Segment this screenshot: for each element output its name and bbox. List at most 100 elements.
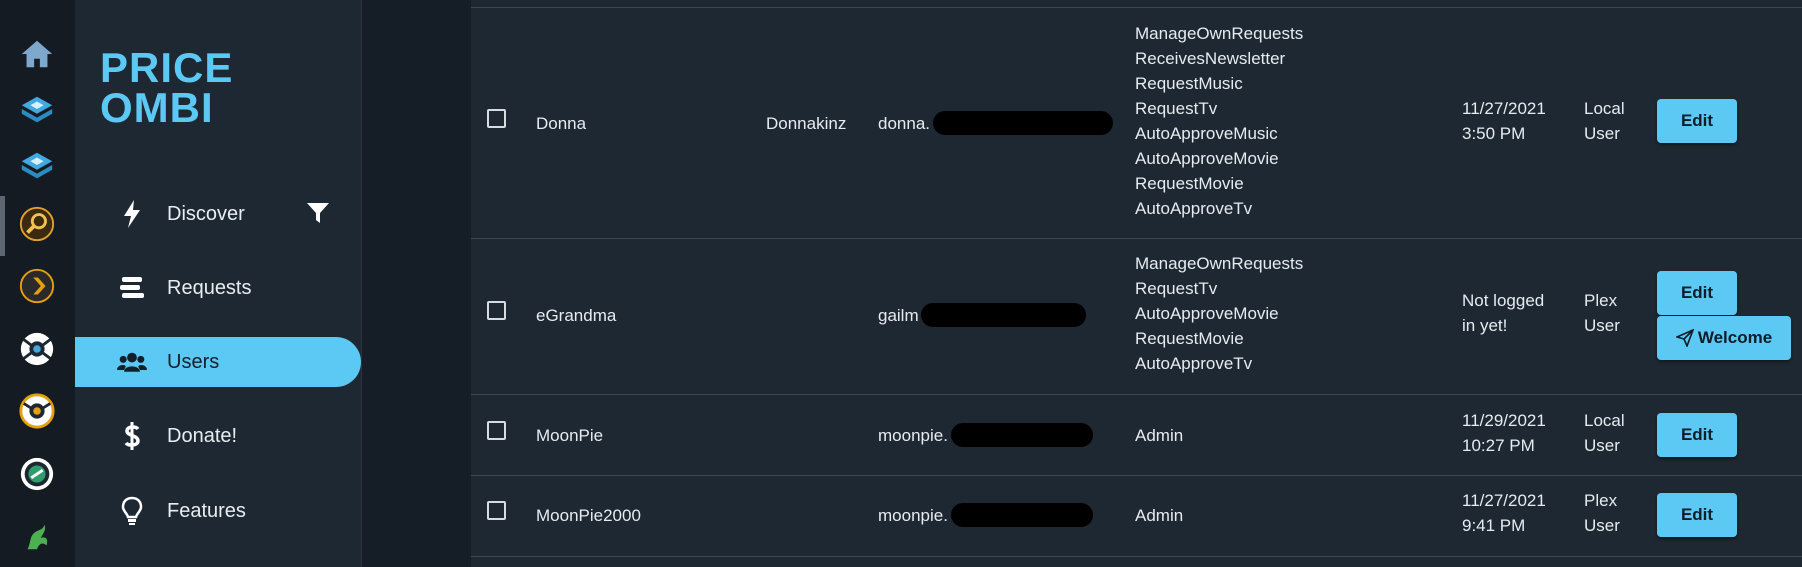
claim: RequestTv bbox=[1135, 99, 1218, 118]
welcome-label: Welcome bbox=[1697, 328, 1773, 347]
email-cell: moonpie. bbox=[878, 506, 948, 525]
email-redaction bbox=[951, 503, 1093, 527]
search-app-icon[interactable] bbox=[17, 204, 57, 244]
edit-button[interactable]: Edit bbox=[1657, 493, 1737, 537]
user-type-line-2: User bbox=[1584, 516, 1620, 535]
claim: ReceivesNewsletter bbox=[1135, 49, 1286, 68]
last-login-date: 11/27/2021 bbox=[1462, 491, 1546, 510]
last-login-cell: 11/27/2021 3:50 PM bbox=[1462, 96, 1546, 146]
dock-active-indicator bbox=[0, 196, 5, 256]
nav-item-users[interactable]: Users bbox=[75, 337, 361, 387]
table-row: eGrandma gailm ManageOwnRequests Request… bbox=[471, 239, 1802, 395]
username-cell: eGrandma bbox=[536, 306, 617, 325]
user-type-line-1: Plex bbox=[1584, 291, 1618, 310]
user-type-line-1: Plex bbox=[1584, 491, 1618, 510]
nav-item-requests[interactable]: Requests bbox=[75, 263, 361, 313]
users-table: Donna Donnakinz donna. ManageOwnRequests… bbox=[471, 0, 1802, 567]
claim: AutoApproveMovie bbox=[1135, 304, 1279, 323]
user-type-line-1: Local bbox=[1584, 411, 1625, 430]
row-checkbox[interactable] bbox=[487, 421, 506, 440]
claim: RequestMusic bbox=[1135, 74, 1243, 93]
user-type-cell: Plex User bbox=[1584, 488, 1620, 538]
email-cell: moonpie. bbox=[878, 426, 948, 445]
brand-line-2: OMBI bbox=[100, 84, 214, 131]
last-login-date: 11/29/2021 bbox=[1462, 411, 1546, 430]
welcome-button[interactable]: Welcome bbox=[1657, 316, 1791, 360]
claim: RequestTv bbox=[1135, 279, 1218, 298]
user-type-line-1: Local bbox=[1584, 99, 1625, 118]
edit-button[interactable]: Edit bbox=[1657, 271, 1737, 315]
nav-item-features[interactable]: Features bbox=[75, 486, 361, 536]
home-icon[interactable] bbox=[17, 34, 57, 74]
last-login-time: in yet! bbox=[1462, 316, 1508, 335]
claim: AutoApproveMovie bbox=[1135, 149, 1279, 168]
app-icon-orange[interactable] bbox=[17, 391, 57, 431]
email-redaction bbox=[951, 423, 1093, 447]
plex-icon[interactable] bbox=[17, 266, 57, 306]
email-cell: donna. bbox=[878, 114, 930, 133]
claim: AutoApproveMusic bbox=[1135, 124, 1278, 143]
user-type-cell: Local User bbox=[1584, 96, 1625, 146]
brand-line-1: PRICE bbox=[100, 44, 234, 91]
lightbulb-icon bbox=[117, 496, 147, 526]
last-login-date: 11/27/2021 bbox=[1462, 99, 1546, 118]
app-dock bbox=[0, 0, 75, 567]
user-type-cell: Plex User bbox=[1584, 288, 1620, 338]
user-type-line-2: User bbox=[1584, 124, 1620, 143]
username-cell: MoonPie bbox=[536, 426, 604, 445]
nav-item-donate[interactable]: Donate! bbox=[75, 411, 361, 461]
claims-cell: ManageOwnRequests ReceivesNewsletter Req… bbox=[1135, 21, 1303, 221]
app-icon-white[interactable] bbox=[17, 329, 57, 369]
cube-icon-2[interactable] bbox=[17, 146, 57, 186]
table-row: MoonPie2000 moonpie. Admin 11/27/2021 9:… bbox=[471, 476, 1802, 557]
user-type-cell: Local User bbox=[1584, 408, 1625, 458]
table-row: Donna Donnakinz donna. ManageOwnRequests… bbox=[471, 8, 1802, 239]
row-checkbox[interactable] bbox=[487, 301, 506, 320]
brand-logo[interactable]: PRICE OMBI bbox=[100, 44, 234, 131]
edit-button[interactable]: Edit bbox=[1657, 413, 1737, 457]
app-icon-dragon[interactable] bbox=[17, 516, 57, 556]
table-row: MoonPie moonpie. Admin 11/29/2021 10:27 … bbox=[471, 395, 1802, 476]
claims-cell: Admin bbox=[1135, 426, 1184, 445]
claim: ManageOwnRequests bbox=[1135, 24, 1304, 43]
nav-item-label: Requests bbox=[167, 276, 252, 299]
edit-button[interactable]: Edit bbox=[1657, 99, 1737, 143]
email-redaction bbox=[921, 303, 1086, 327]
email-redaction bbox=[933, 111, 1113, 135]
dollar-icon bbox=[117, 421, 147, 451]
claim: AutoApproveTv bbox=[1135, 354, 1253, 373]
user-type-line-2: User bbox=[1584, 316, 1620, 335]
nav-item-label: Donate! bbox=[167, 424, 238, 447]
nav-item-label: Users bbox=[167, 350, 220, 373]
alias-cell: Donnakinz bbox=[766, 114, 847, 133]
list-icon bbox=[117, 273, 147, 303]
nav-sidebar: PRICE OMBI Discover Requests Users Donat… bbox=[75, 0, 362, 567]
nav-item-label: Discover bbox=[167, 202, 245, 225]
last-login-cell: 11/27/2021 9:41 PM bbox=[1462, 488, 1546, 538]
claim: AutoApproveTv bbox=[1135, 199, 1253, 218]
username-cell: MoonPie2000 bbox=[536, 506, 641, 525]
claim: RequestMovie bbox=[1135, 329, 1244, 348]
last-login-time: 3:50 PM bbox=[1462, 124, 1526, 143]
users-icon bbox=[117, 347, 147, 377]
last-login-time: 10:27 PM bbox=[1462, 436, 1535, 455]
email-cell: gailm bbox=[878, 306, 919, 325]
last-login-cell: 11/29/2021 10:27 PM bbox=[1462, 408, 1546, 458]
claims-cell: ManageOwnRequests RequestTv AutoApproveM… bbox=[1135, 251, 1303, 376]
claim: ManageOwnRequests bbox=[1135, 254, 1304, 273]
send-icon bbox=[1675, 329, 1694, 347]
claims-cell: Admin bbox=[1135, 506, 1184, 525]
filter-icon[interactable] bbox=[303, 198, 333, 228]
nav-item-label: Features bbox=[167, 499, 246, 522]
cube-icon[interactable] bbox=[17, 90, 57, 130]
row-checkbox[interactable] bbox=[487, 109, 506, 128]
lightning-icon bbox=[117, 199, 147, 229]
app-icon-green[interactable] bbox=[17, 454, 57, 494]
last-login-cell: Not logged in yet! bbox=[1462, 288, 1544, 338]
username-cell: Donna bbox=[536, 114, 587, 133]
user-type-line-2: User bbox=[1584, 436, 1620, 455]
row-checkbox[interactable] bbox=[487, 501, 506, 520]
last-login-date: Not logged bbox=[1462, 291, 1545, 310]
claim: RequestMovie bbox=[1135, 174, 1244, 193]
content-gutter bbox=[362, 0, 471, 567]
